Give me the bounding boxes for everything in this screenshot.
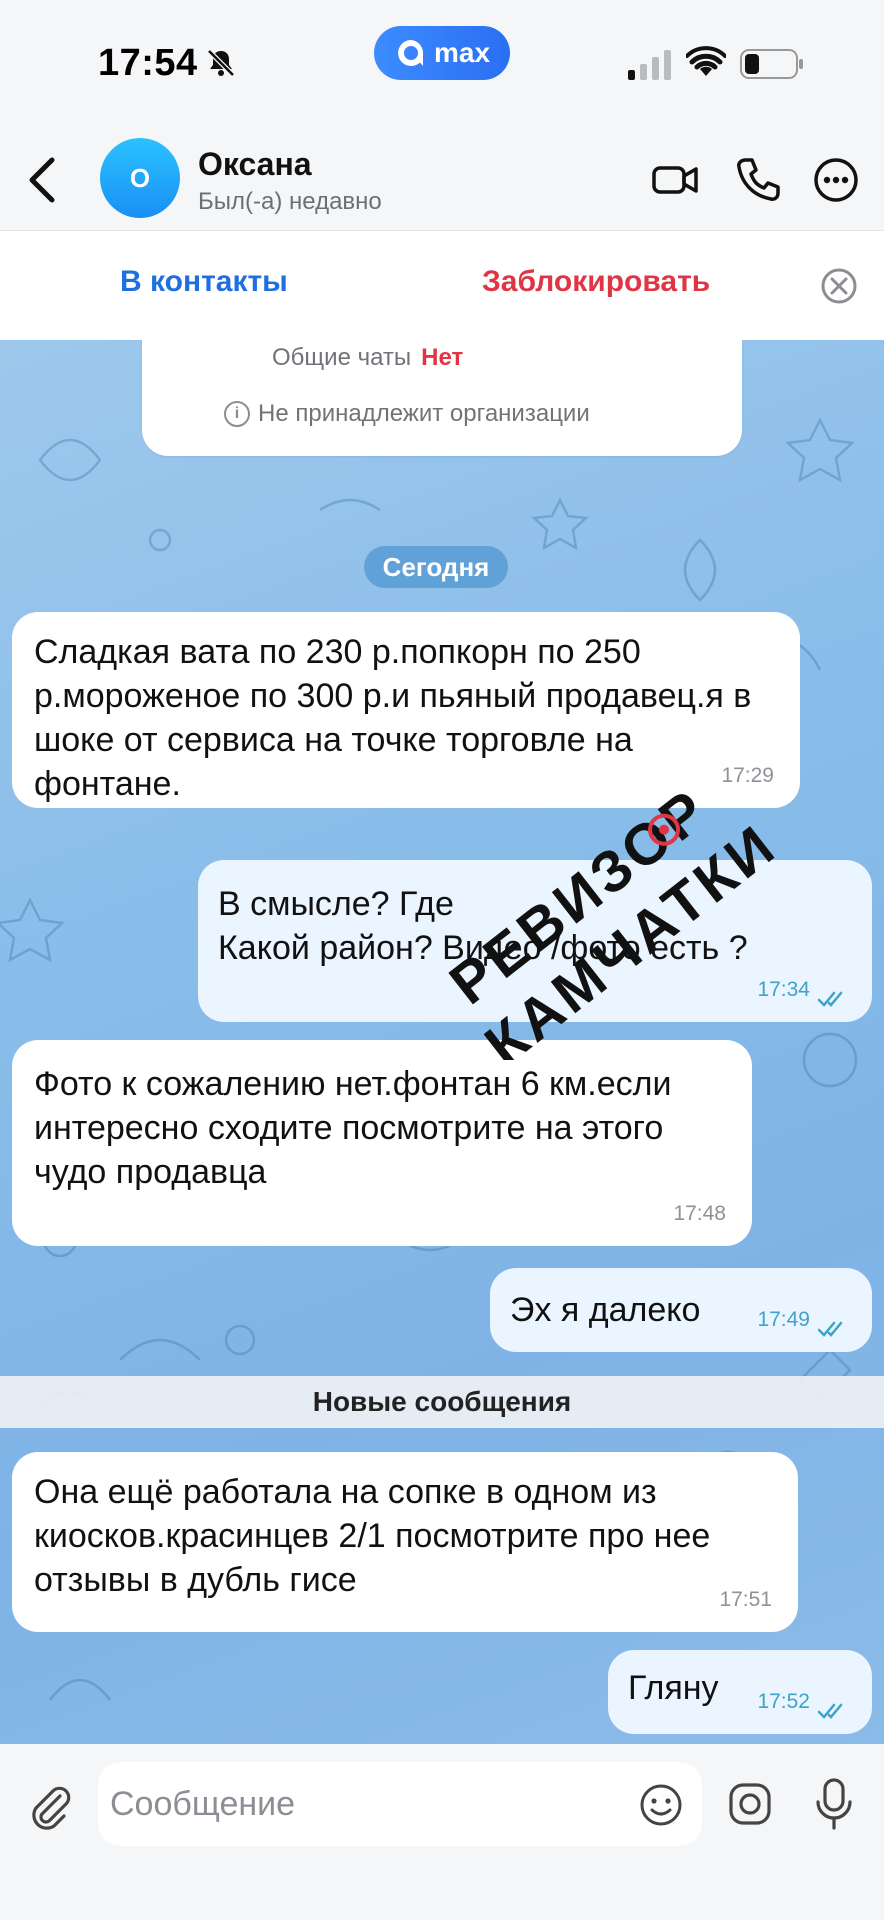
- message-bubble-incoming[interactable]: Она ещё работала на сопке в одном из кио…: [12, 1452, 798, 1632]
- message-text: В смысле? Где Какой район? Видео /фото е…: [218, 885, 748, 967]
- sticker-icon[interactable]: [726, 1780, 774, 1828]
- unknown-contact-action-bar: В контакты Заблокировать: [0, 230, 884, 340]
- message-time: 17:48: [673, 1202, 726, 1225]
- more-options-icon[interactable]: [810, 154, 862, 206]
- message-bubble-outgoing[interactable]: Гляну 17:52: [608, 1650, 872, 1734]
- close-icon[interactable]: [820, 267, 858, 305]
- message-input-box[interactable]: [98, 1762, 702, 1846]
- microphone-icon[interactable]: [812, 1776, 856, 1832]
- double-check-read-icon: [818, 991, 843, 1007]
- message-bubble-outgoing[interactable]: Эх я далеко 17:49: [490, 1268, 872, 1352]
- add-to-contacts-button[interactable]: В контакты: [120, 265, 288, 299]
- organization-row: i Не принадлежит организации: [224, 400, 590, 428]
- bell-off-icon: [207, 49, 235, 77]
- organization-text: Не принадлежит организации: [258, 400, 590, 427]
- common-chats-label: Общие чаты: [272, 344, 412, 371]
- message-composer: [0, 1744, 884, 1920]
- message-text: Фото к сожалению нет.фонтан 6 км.если ин…: [34, 1065, 672, 1191]
- video-call-icon[interactable]: [650, 154, 702, 206]
- date-separator: Сегодня: [364, 546, 508, 588]
- message-time: 17:51: [719, 1588, 772, 1611]
- paperclip-attach-icon[interactable]: [26, 1782, 72, 1832]
- message-text: Она ещё работала на сопке в одном из кио…: [34, 1473, 711, 1599]
- message-input[interactable]: [110, 1762, 610, 1846]
- message-bubble-outgoing[interactable]: В смысле? Где Какой район? Видео /фото е…: [198, 860, 872, 1022]
- max-logo-icon: [398, 40, 423, 66]
- max-badge-label: max: [433, 37, 491, 68]
- block-button[interactable]: Заблокировать: [482, 265, 710, 299]
- message-text: Сладкая вата по 230 р.попкорн по 250 р.м…: [34, 633, 752, 803]
- message-time: 17:49: [757, 1308, 810, 1331]
- message-bubble-incoming[interactable]: Сладкая вата по 230 р.попкорн по 250 р.м…: [12, 612, 800, 808]
- chat-messages-area[interactable]: Общие чаты Нет i Не принадлежит организац…: [0, 340, 884, 1744]
- message-time: 17:52: [757, 1690, 810, 1713]
- common-chats-value: Нет: [421, 344, 464, 371]
- message-time: 17:29: [721, 764, 774, 787]
- status-bar: 17:54 max: [0, 0, 884, 130]
- back-chevron-icon[interactable]: [24, 154, 60, 206]
- double-check-read-icon: [818, 1703, 843, 1719]
- status-time: 17:54: [98, 42, 198, 84]
- battery-icon: [740, 49, 803, 79]
- cellular-signal-icon: [628, 50, 671, 80]
- wifi-icon: [686, 46, 726, 76]
- new-messages-divider: Новые сообщения: [0, 1376, 884, 1428]
- chat-header: О Оксана Был(-а) недавно: [0, 130, 884, 230]
- avatar[interactable]: О: [100, 138, 180, 218]
- contact-info-card: Общие чаты Нет i Не принадлежит организац…: [142, 340, 742, 456]
- contact-name[interactable]: Оксана: [198, 146, 312, 183]
- emoji-icon[interactable]: [638, 1782, 684, 1828]
- max-app-badge[interactable]: max: [374, 26, 510, 80]
- message-bubble-incoming[interactable]: Фото к сожалению нет.фонтан 6 км.если ин…: [12, 1040, 752, 1246]
- info-icon: i: [224, 401, 250, 427]
- contact-status: Был(-а) недавно: [198, 188, 382, 215]
- common-chats-row: Общие чаты Нет: [272, 344, 463, 372]
- message-time: 17:34: [757, 978, 810, 1001]
- double-check-read-icon: [818, 1321, 843, 1337]
- phone-call-icon[interactable]: [732, 154, 784, 206]
